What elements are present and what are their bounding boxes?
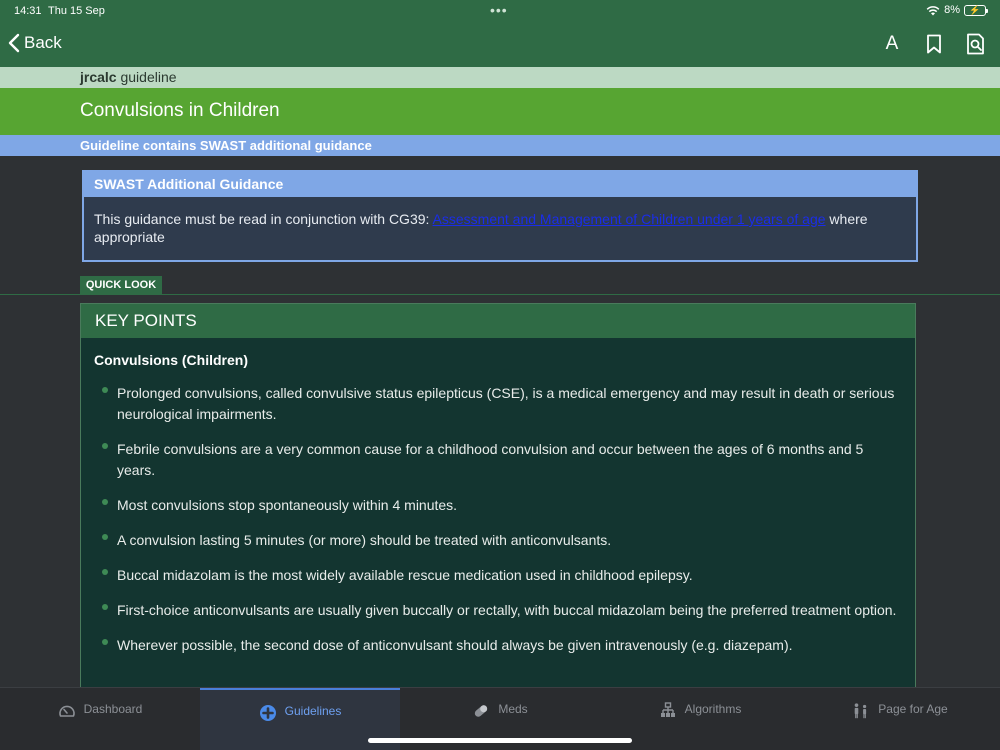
key-points-subheading: Convulsions (Children) bbox=[94, 352, 248, 368]
battery-percent: 8% bbox=[944, 4, 960, 16]
status-date: Thu 15 Sep bbox=[48, 5, 105, 17]
battery-charging-icon: ⚡ bbox=[964, 4, 988, 16]
tab-label: Page for Age bbox=[878, 702, 948, 716]
bookmark-icon[interactable] bbox=[922, 32, 946, 56]
swast-guidance-body: This guidance must be read in conjunctio… bbox=[84, 197, 916, 246]
tab-label: Dashboard bbox=[83, 702, 143, 716]
tab-dashboard[interactable]: Dashboard bbox=[0, 688, 200, 750]
status-time: 14:31 bbox=[14, 5, 42, 17]
list-item-text: Wherever possible, the second dose of an… bbox=[117, 637, 793, 653]
key-points-panel: KEY POINTS Convulsions (Children) Prolon… bbox=[80, 303, 916, 693]
divider bbox=[0, 294, 1000, 295]
bullet-icon bbox=[102, 534, 108, 540]
list-item: A convulsion lasting 5 minutes (or more)… bbox=[101, 530, 901, 551]
font-size-icon[interactable]: A bbox=[880, 32, 904, 56]
quick-look-tab[interactable]: QUICK LOOK bbox=[80, 276, 162, 294]
status-right: 8% ⚡ bbox=[926, 4, 988, 16]
swast-guidance-box: SWAST Additional Guidance This guidance … bbox=[82, 170, 918, 262]
back-button[interactable]: Back bbox=[8, 33, 62, 53]
swast-notice-banner: Guideline contains SWAST additional guid… bbox=[0, 135, 1000, 156]
list-item-text: A convulsion lasting 5 minutes (or more)… bbox=[117, 532, 612, 548]
back-label: Back bbox=[24, 33, 62, 52]
pill-icon bbox=[472, 702, 490, 720]
tab-label: Meds bbox=[498, 702, 528, 716]
bullet-icon bbox=[102, 639, 108, 645]
key-points-list: Prolonged convulsions, called convulsive… bbox=[101, 383, 901, 670]
bullet-icon bbox=[102, 387, 108, 393]
list-item-text: Most convulsions stop spontaneously with… bbox=[117, 497, 458, 513]
list-item: Prolonged convulsions, called convulsive… bbox=[101, 383, 901, 425]
list-item: Febrile convulsions are a very common ca… bbox=[101, 439, 901, 481]
list-item-text: Prolonged convulsions, called convulsive… bbox=[117, 385, 895, 422]
nav-actions: A bbox=[880, 32, 988, 56]
list-item-text: First-choice anticonvulsants are usually… bbox=[117, 602, 897, 618]
flowchart-icon bbox=[659, 702, 677, 720]
key-points-heading: KEY POINTS bbox=[81, 304, 915, 338]
list-item-text: Febrile convulsions are a very common ca… bbox=[117, 441, 864, 478]
search-document-icon[interactable] bbox=[964, 32, 988, 56]
people-icon bbox=[852, 702, 870, 720]
title-bar: Convulsions in Children bbox=[0, 88, 1000, 135]
nav-bar: Back A bbox=[0, 24, 1000, 67]
list-item: Most convulsions stop spontaneously with… bbox=[101, 495, 901, 516]
home-indicator[interactable] bbox=[368, 738, 632, 743]
tab-label: Guidelines bbox=[284, 704, 342, 718]
bullet-icon bbox=[102, 499, 108, 505]
bullet-icon bbox=[102, 443, 108, 449]
tab-page-for-age[interactable]: Page for Age bbox=[800, 688, 1000, 750]
chevron-left-icon bbox=[8, 33, 20, 53]
source-brand: jrcalc bbox=[80, 69, 117, 85]
bullet-icon bbox=[102, 569, 108, 575]
list-item-text: Buccal midazolam is the most widely avai… bbox=[117, 567, 693, 583]
tab-label: Algorithms bbox=[684, 702, 742, 716]
gauge-icon bbox=[58, 702, 76, 720]
guideline-source: jrcalc guideline bbox=[0, 67, 1000, 88]
wifi-icon bbox=[926, 5, 940, 15]
list-item: Wherever possible, the second dose of an… bbox=[101, 635, 901, 656]
list-item: Buccal midazolam is the most widely avai… bbox=[101, 565, 901, 586]
page-title: Convulsions in Children bbox=[80, 100, 280, 121]
swast-text-before: This guidance must be read in conjunctio… bbox=[94, 211, 433, 227]
status-bar: 14:31 Thu 15 Sep ••• 8% ⚡ bbox=[0, 0, 1000, 24]
list-item: First-choice anticonvulsants are usually… bbox=[101, 600, 901, 621]
source-suffix: guideline bbox=[116, 69, 177, 85]
bullet-icon bbox=[102, 604, 108, 610]
swast-guidance-heading: SWAST Additional Guidance bbox=[84, 172, 916, 197]
plus-circle-icon bbox=[259, 704, 277, 722]
cg39-link[interactable]: Assessment and Management of Children un… bbox=[433, 211, 826, 227]
multitasking-dots-icon[interactable]: ••• bbox=[490, 2, 508, 18]
